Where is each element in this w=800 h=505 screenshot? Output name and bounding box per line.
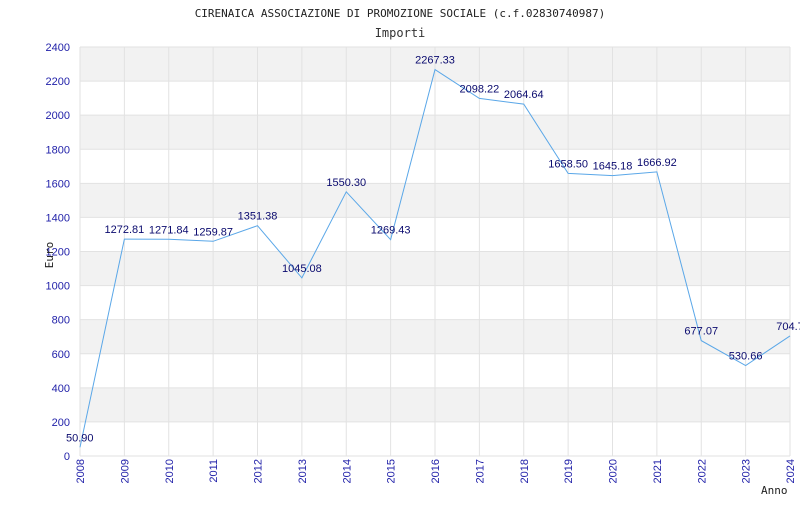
data-label: 1666.92	[637, 157, 677, 169]
x-tick-label: 2015	[386, 459, 398, 483]
x-tick-label: 2008	[75, 459, 87, 483]
x-tick-label: 2011	[208, 459, 220, 483]
y-tick-label: 800	[52, 315, 70, 327]
y-axis-label: Euro	[43, 242, 56, 269]
y-tick-label: 2000	[46, 110, 70, 122]
y-tick-label: 2200	[46, 76, 70, 88]
y-tick-label: 2400	[46, 42, 70, 54]
x-tick-label: 2021	[652, 459, 664, 483]
data-label: 1259.87	[193, 226, 233, 238]
data-label: 1272.81	[104, 224, 144, 236]
data-label: 1351.38	[238, 211, 278, 223]
data-labels: 50.90 1272.81 1271.84 1259.87 1351.38 1045.08…	[66, 55, 800, 445]
x-axis-label: Anno	[761, 484, 788, 497]
x-tick-label: 2010	[164, 459, 176, 483]
data-label: 1645.18	[593, 161, 633, 173]
x-axis-ticks: 2008 2009 2010 2011 2012 2013 2014 2015 2016 2017…	[75, 459, 797, 483]
data-label: 1550.30	[326, 177, 366, 189]
x-tick-label: 2012	[253, 459, 265, 483]
x-tick-label: 2016	[430, 459, 442, 483]
data-label: 677.07	[684, 326, 718, 338]
line-chart: CIRENAICA ASSOCIAZIONE DI PROMOZIONE SOC…	[43, 7, 800, 497]
x-tick-label: 2013	[297, 459, 309, 483]
data-label: 2267.33	[415, 55, 455, 67]
x-tick-label: 2018	[519, 459, 531, 483]
x-tick-label: 2020	[608, 459, 620, 483]
y-tick-label: 400	[52, 383, 70, 395]
y-tick-label: 1000	[46, 281, 70, 293]
y-tick-label: 200	[52, 417, 70, 429]
x-tick-label: 2024	[785, 459, 797, 483]
x-tick-label: 2014	[341, 459, 353, 483]
y-tick-label: 1600	[46, 178, 70, 190]
x-tick-label: 2019	[563, 459, 575, 483]
y-tick-label: 1400	[46, 212, 70, 224]
data-label: 1269.43	[371, 225, 411, 237]
x-tick-label: 2023	[741, 459, 753, 483]
x-tick-label: 2022	[696, 459, 708, 483]
chart-title: CIRENAICA ASSOCIAZIONE DI PROMOZIONE SOC…	[195, 7, 606, 20]
x-tick-label: 2009	[119, 459, 131, 483]
data-label: 2064.64	[504, 89, 544, 101]
data-label: 1658.50	[548, 158, 588, 170]
y-tick-label: 0	[64, 451, 70, 463]
data-label: 50.90	[66, 432, 94, 444]
data-label: 1045.08	[282, 263, 322, 275]
data-label: 704.7	[776, 321, 800, 333]
data-label: 1271.84	[149, 224, 189, 236]
x-tick-label: 2017	[474, 459, 486, 483]
data-label: 530.66	[729, 351, 763, 363]
chart: CIRENAICA ASSOCIAZIONE DI PROMOZIONE SOC…	[0, 0, 800, 500]
data-label: 2098.22	[459, 83, 499, 95]
y-tick-label: 1800	[46, 144, 70, 156]
chart-subtitle: Importi	[375, 26, 426, 40]
y-tick-label: 600	[52, 349, 70, 361]
